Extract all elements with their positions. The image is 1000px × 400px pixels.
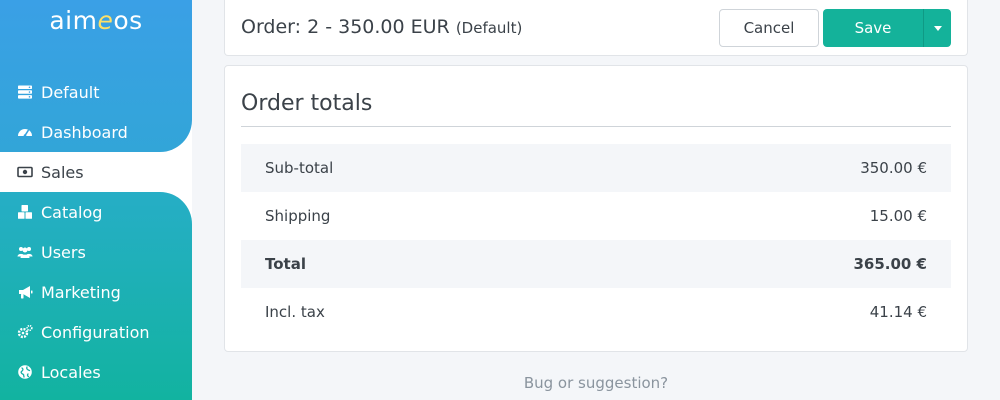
sidebar-item-users[interactable]: Users	[0, 232, 192, 272]
sidebar-item-label: Configuration	[41, 322, 150, 342]
order-totals-heading: Order totals	[241, 91, 373, 116]
aimeos-logo[interactable]: aimeos	[0, 6, 192, 35]
sidebar-item-catalog[interactable]: Catalog	[0, 192, 192, 232]
server-icon	[16, 83, 34, 101]
page-title: Order: 2 - 350.00 EUR (Default)	[241, 16, 522, 38]
caret-down-icon	[933, 25, 942, 31]
globe-icon	[16, 363, 34, 381]
totals-row-total: Total 365.00 €	[241, 240, 951, 288]
order-site-label: (Default)	[455, 19, 523, 37]
sidebar-item-default[interactable]: Default	[0, 72, 192, 112]
sidebar-item-label: Dashboard	[41, 122, 128, 142]
totals-row-value: 365.00 €	[853, 255, 927, 273]
bug-report-link[interactable]: Bug or suggestion?	[224, 374, 968, 392]
totals-row-value: 350.00 €	[860, 159, 927, 177]
sidebar-item-configuration[interactable]: Configuration	[0, 312, 192, 352]
bullhorn-icon	[16, 283, 34, 301]
sidebar-item-label: Sales	[41, 162, 84, 182]
order-totals-panel: Order totals Sub-total 350.00 € Shipping…	[224, 65, 968, 352]
cogs-icon	[16, 323, 34, 341]
totals-row-label: Total	[265, 255, 306, 273]
order-header: Order: 2 - 350.00 EUR (Default) Cancel S…	[224, 0, 968, 56]
totals-row-tax: Incl. tax 41.14 €	[241, 288, 951, 336]
cancel-button[interactable]: Cancel	[719, 9, 819, 47]
sidebar-item-label: Locales	[41, 362, 101, 382]
save-button[interactable]: Save	[823, 9, 923, 47]
divider	[241, 126, 951, 127]
totals-row-subtotal: Sub-total 350.00 €	[241, 144, 951, 192]
totals-row-label: Incl. tax	[265, 303, 325, 321]
sidebar-item-label: Marketing	[41, 282, 121, 302]
totals-row-label: Sub-total	[265, 159, 334, 177]
gauge-icon	[16, 123, 34, 141]
save-dropdown-toggle[interactable]	[923, 9, 951, 47]
totals-row-value: 15.00 €	[869, 207, 927, 225]
totals-row-shipping: Shipping 15.00 €	[241, 192, 951, 240]
sidebar-item-marketing[interactable]: Marketing	[0, 272, 192, 312]
money-bill-icon	[16, 163, 34, 181]
sidebar-item-dashboard[interactable]: Dashboard	[0, 112, 192, 152]
users-icon	[16, 243, 34, 261]
sidebar-item-locales[interactable]: Locales	[0, 352, 192, 392]
sidebar-item-sales[interactable]: Sales	[0, 152, 192, 192]
sidebar-item-label: Default	[41, 82, 100, 102]
totals-row-value: 41.14 €	[869, 303, 927, 321]
sidebar-item-label: Catalog	[41, 202, 103, 222]
cubes-icon	[16, 203, 34, 221]
totals-row-label: Shipping	[265, 207, 331, 225]
sidebar-item-label: Users	[41, 242, 86, 262]
sidebar: aimeos Default Dashboard Sales Catalog U…	[0, 0, 192, 400]
order-title-text: Order: 2 - 350.00 EUR	[241, 16, 450, 38]
